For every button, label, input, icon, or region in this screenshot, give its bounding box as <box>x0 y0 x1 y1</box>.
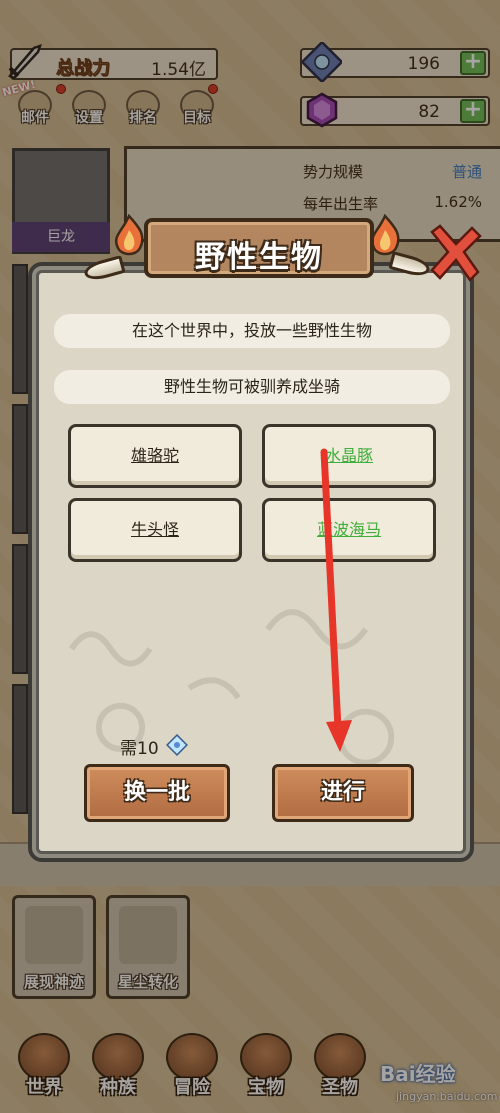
description-line: 在这个世界中，投放一些野性生物 <box>52 312 452 350</box>
refresh-button[interactable]: 换一批 <box>84 764 230 822</box>
creature-option-camel[interactable]: 雄骆驼 <box>68 424 242 488</box>
cost-text: 需10 <box>120 739 159 759</box>
proceed-button[interactable]: 进行 <box>272 764 414 822</box>
description-text: 在这个世界中，投放一些野性生物 <box>131 321 372 340</box>
dialog-title: 野性生物 <box>195 240 323 275</box>
description-line: 野性生物可被驯养成坐骑 <box>52 368 452 406</box>
flame-icon <box>114 214 144 256</box>
close-button[interactable] <box>428 222 482 286</box>
creature-option-crystal-dolphin[interactable]: 水晶豚 <box>262 424 436 488</box>
creature-option-minotaur[interactable]: 牛头怪 <box>68 498 242 562</box>
description-text: 野性生物可被驯养成坐骑 <box>163 377 340 396</box>
crystal-icon <box>166 734 188 756</box>
creature-option-blue-seahorse[interactable]: 蓝波海马 <box>262 498 436 562</box>
title-plate: 野性生物 <box>144 218 374 278</box>
close-icon <box>430 224 482 282</box>
dialog-title-banner: 野性生物 <box>82 214 432 288</box>
